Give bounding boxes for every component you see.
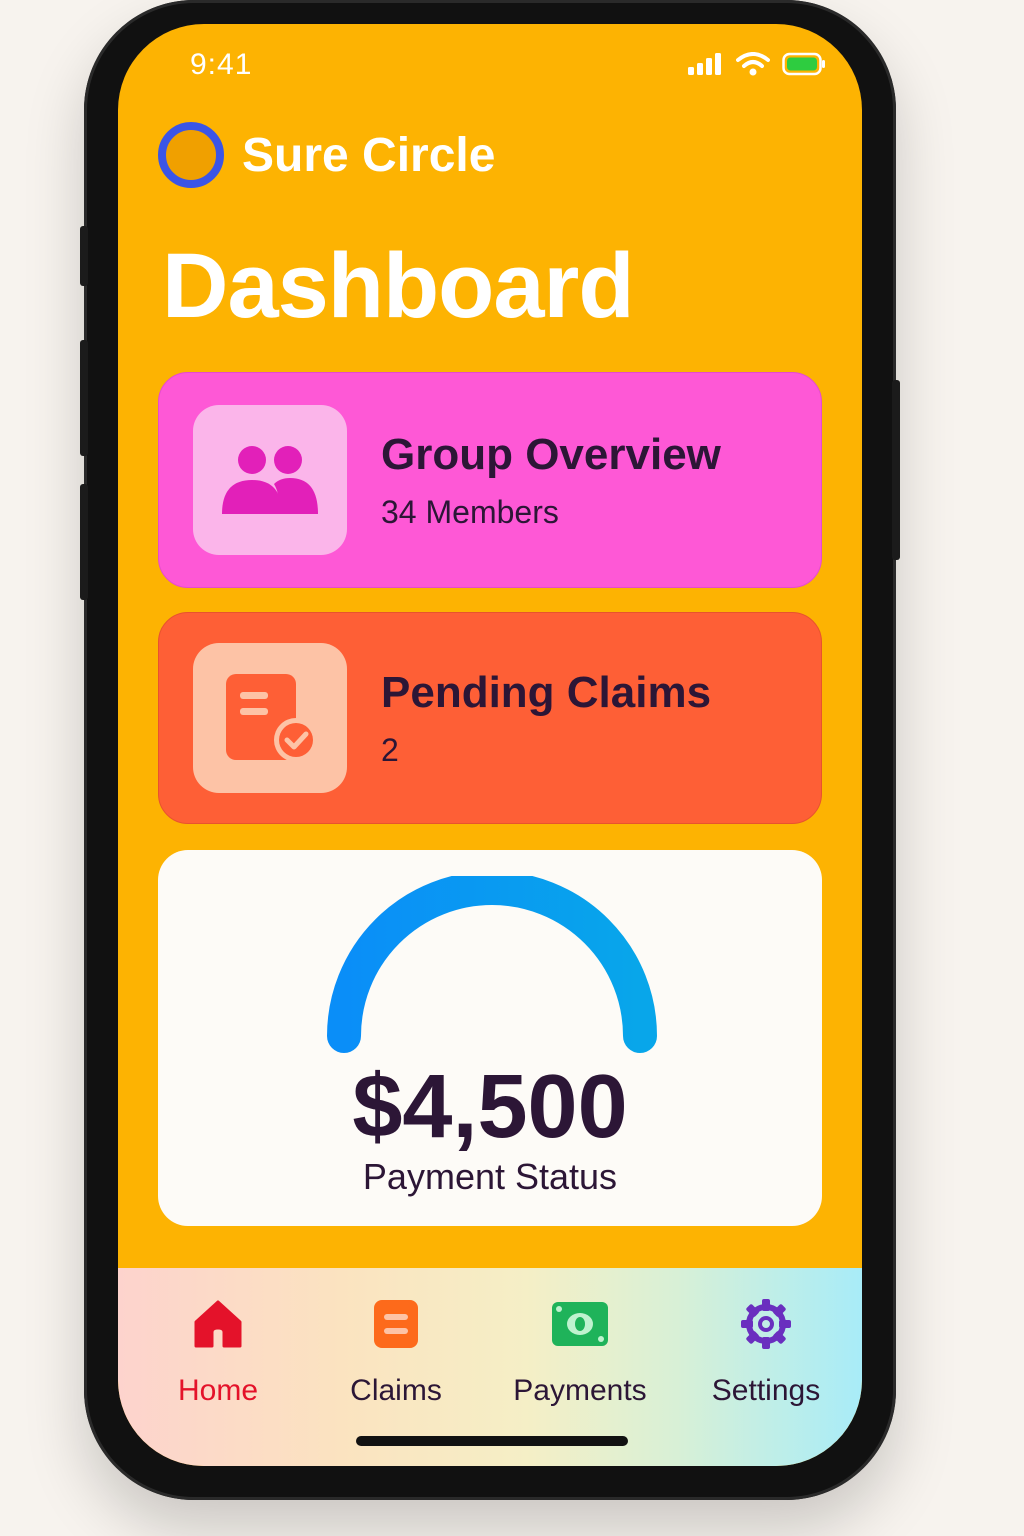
group-icon	[222, 446, 318, 514]
claims-icon	[374, 1300, 418, 1348]
side-button-volume-up	[80, 340, 88, 456]
tab-claims-label: Claims	[350, 1374, 442, 1407]
payment-status-card[interactable]: $4,500 Payment Status	[158, 850, 822, 1226]
claims-icon-tile	[193, 643, 347, 793]
group-overview-card[interactable]: Group Overview 34 Members	[158, 372, 822, 588]
payments-icon	[552, 1302, 608, 1346]
brand-logo-icon	[158, 122, 224, 188]
claims-card-subtitle: 2	[381, 731, 399, 768]
side-button-mute	[80, 226, 88, 286]
claims-card-title: Pending Claims	[381, 667, 712, 717]
group-card-text: Group Overview 34 Members	[381, 430, 721, 531]
app-screen: 9:41 Sure Circle Dashboard Group Overvie…	[118, 24, 862, 1466]
group-card-subtitle: 34 Members	[381, 493, 559, 530]
tab-settings[interactable]: Settings	[676, 1294, 856, 1408]
gear-icon	[741, 1299, 791, 1349]
group-card-title: Group Overview	[381, 429, 721, 479]
page-title: Dashboard	[162, 235, 635, 337]
status-icons	[688, 52, 826, 76]
tab-claims[interactable]: Claims	[306, 1294, 486, 1408]
payment-amount: $4,500	[352, 1057, 628, 1157]
tab-settings-label: Settings	[711, 1374, 821, 1407]
payment-status-label: Payment Status	[362, 1156, 618, 1197]
wifi-icon	[736, 52, 770, 76]
signal-icon	[688, 53, 721, 75]
tab-payments[interactable]: Payments	[490, 1294, 670, 1408]
home-indicator	[356, 1436, 628, 1446]
document-check-icon	[226, 674, 318, 762]
brand-name: Sure Circle	[242, 128, 496, 182]
side-button-volume-down	[80, 484, 88, 600]
brand: Sure Circle	[158, 122, 495, 188]
group-icon-tile	[193, 405, 347, 555]
home-icon	[194, 1300, 242, 1348]
claims-card-text: Pending Claims 2	[381, 668, 711, 769]
battery-icon	[782, 52, 825, 76]
pending-claims-card[interactable]: Pending Claims 2	[158, 612, 822, 824]
side-button-power	[892, 380, 900, 560]
tab-payments-label: Payments	[513, 1374, 647, 1407]
status-time: 9:41	[190, 48, 253, 81]
tab-home-label: Home	[177, 1374, 259, 1407]
payment-gauge	[327, 876, 657, 1053]
tab-home[interactable]: Home	[128, 1294, 308, 1408]
